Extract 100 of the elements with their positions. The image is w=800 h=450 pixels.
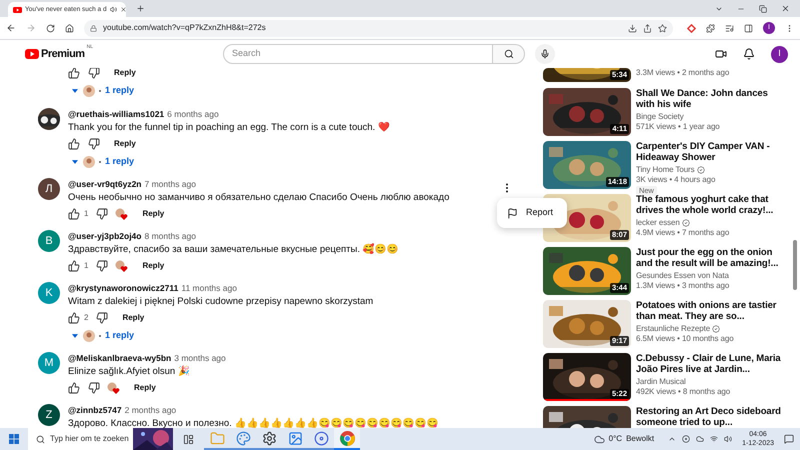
video-meta: 492K views • 8 months ago [636,387,732,397]
caret-icon [72,334,78,338]
reply-button[interactable]: Reply [126,382,164,394]
dislike-icon[interactable] [96,260,108,272]
task-view-icon[interactable] [183,434,194,444]
dislike-icon[interactable] [88,68,100,79]
comment-text: Thank you for the funnel tip in poaching an egg. The corn is a cute touch. ❤ [68,121,390,135]
install-icon[interactable] [628,24,637,32]
comment-time: 2 months ago [124,404,176,417]
restore-icon[interactable] [759,4,767,12]
creator-heart-icon [106,381,120,395]
channel-name[interactable]: Gesundes Essen von Nata [636,270,729,282]
like-icon[interactable] [68,208,80,220]
url-text: youtube.com/watch?v=qP7kZxnZhH8&t=272s [103,22,266,34]
video-title[interactable]: Just pour the egg on the onion and the result will be amazing!... [636,247,786,269]
video-title[interactable]: Shall We Dance: John dances with his wife [636,88,786,110]
like-icon[interactable] [68,382,80,394]
volume-icon[interactable] [724,435,732,443]
reply-button[interactable]: Reply [134,208,172,220]
creator-heart-icon [114,259,128,273]
reply-button[interactable]: Reply [106,68,144,79]
video-title[interactable]: Carpenter's DIY Camper VAN - Hideaway Shower [636,141,786,163]
channel-name[interactable]: Erstaunliche Rezepte [636,323,710,335]
folder-icon [210,430,224,446]
avatar: Л [38,178,60,200]
replies-button[interactable]: 1 reply [72,82,505,100]
new-tab-icon[interactable] [136,4,145,13]
channel-name[interactable]: Tiny Home Tours [636,164,695,176]
replies-button[interactable]: 1 reply [72,327,374,345]
dislike-icon[interactable] [96,208,108,220]
channel-name[interactable]: Binge Society [636,111,684,123]
channel-name[interactable]: Jardin Musical [636,376,686,388]
side-panel-icon[interactable] [744,24,753,32]
back-icon[interactable] [6,23,16,33]
comment-author[interactable]: @ruethais-williams1021 [68,108,164,121]
chevron-up-icon[interactable] [668,435,676,443]
search-field[interactable]: Search [223,44,493,64]
flag-icon [507,208,518,218]
play-logo-icon [25,49,40,59]
avatar-icon [83,330,95,342]
cloud-icon[interactable] [696,435,704,443]
like-icon[interactable] [68,312,80,324]
taskbar-search-field[interactable]: Typ hier om te zoeken [28,428,173,450]
video-title[interactable]: The famous yoghurt cake that drives the whole world crazy!... [636,194,786,216]
avatar: K [38,282,60,304]
notifications-icon[interactable] [784,434,794,444]
comment-author[interactable]: @krystynaworonowicz2711 [68,282,178,295]
video-title[interactable]: Restoring an Art Deco sideboard someone tried to up... [636,406,786,428]
home-icon[interactable] [65,24,74,32]
mic-icon [540,49,550,59]
avatar: M [38,352,60,374]
like-count: 2 [84,312,88,324]
create-icon[interactable] [715,48,727,60]
comment-time: 3 months ago [174,352,226,365]
notifications-icon[interactable] [743,48,755,60]
comment-time: 8 months ago [144,230,196,243]
windows-start-icon[interactable] [9,434,19,444]
reply-button[interactable]: Reply [106,138,144,150]
dislike-icon[interactable] [88,382,100,394]
reload-icon[interactable] [46,24,55,32]
search-button[interactable] [493,44,525,64]
avatar: В [38,230,60,252]
address-bar[interactable]: youtube.com/watch?v=qP7kZxnZhH8&t=272s [84,20,673,36]
reply-button[interactable]: Reply [134,260,172,272]
record-icon[interactable] [682,435,690,443]
replies-button[interactable]: 1 reply [72,153,390,171]
video-meta: 3K views • 4 hours ago [636,175,716,185]
bookmark-icon[interactable] [658,24,667,32]
scrollbar-thumb[interactable] [793,240,797,290]
voice-search-button[interactable] [535,44,555,64]
like-icon[interactable] [68,260,80,272]
avatar: Z [38,404,60,426]
like-icon[interactable] [68,138,80,150]
report-menu-item[interactable]: Report [497,202,567,224]
comment-author[interactable]: @user-vr9qt6yz2n [68,178,142,191]
comment-author[interactable]: @zinnbz5747 [68,404,122,417]
comment-text: Witam z dalekiej i pięknej Polski cudowne przepisy napewno skorzystam [68,295,374,309]
reply-button[interactable]: Reply [114,312,152,324]
share-icon[interactable] [643,24,652,32]
search-placeholder: Typ hier om te zoeken [50,433,129,445]
comment-author[interactable]: @user-yj3pb2oj4o [68,230,142,243]
close-icon[interactable] [781,4,790,13]
media-icon[interactable] [725,24,734,32]
account-avatar[interactable]: I [771,46,788,62]
comment-text: Здорово. Классно. Вкусно и полезно. 👍👍👍👍👍👍👍😋😋😋😋😋😋😋😋😋😋 [68,417,438,428]
video-title[interactable]: Potatoes with onions are tastier than meat. They are so... [636,300,786,322]
like-icon[interactable] [68,68,80,79]
comment-author[interactable]: @Meliskanlbraeva-wy5bn [68,352,172,365]
video-meta: 6.5M views • 10 months ago [636,334,735,344]
video-title[interactable]: C.Debussy - Clair de Lune, Maria João Pires live at Jardin... [636,353,786,375]
dislike-icon[interactable] [88,138,100,150]
comment-time: 7 months ago [144,178,196,191]
chrome-icon [340,430,354,446]
extensions-icon[interactable] [706,24,715,32]
extension-icon[interactable] [687,24,696,32]
close-tab-icon[interactable] [120,6,127,13]
video-meta: 571K views • 1 year ago [636,122,721,132]
channel-name[interactable]: lecker essen [636,217,680,229]
dislike-icon[interactable] [96,312,108,324]
wifi-icon[interactable] [710,435,718,443]
